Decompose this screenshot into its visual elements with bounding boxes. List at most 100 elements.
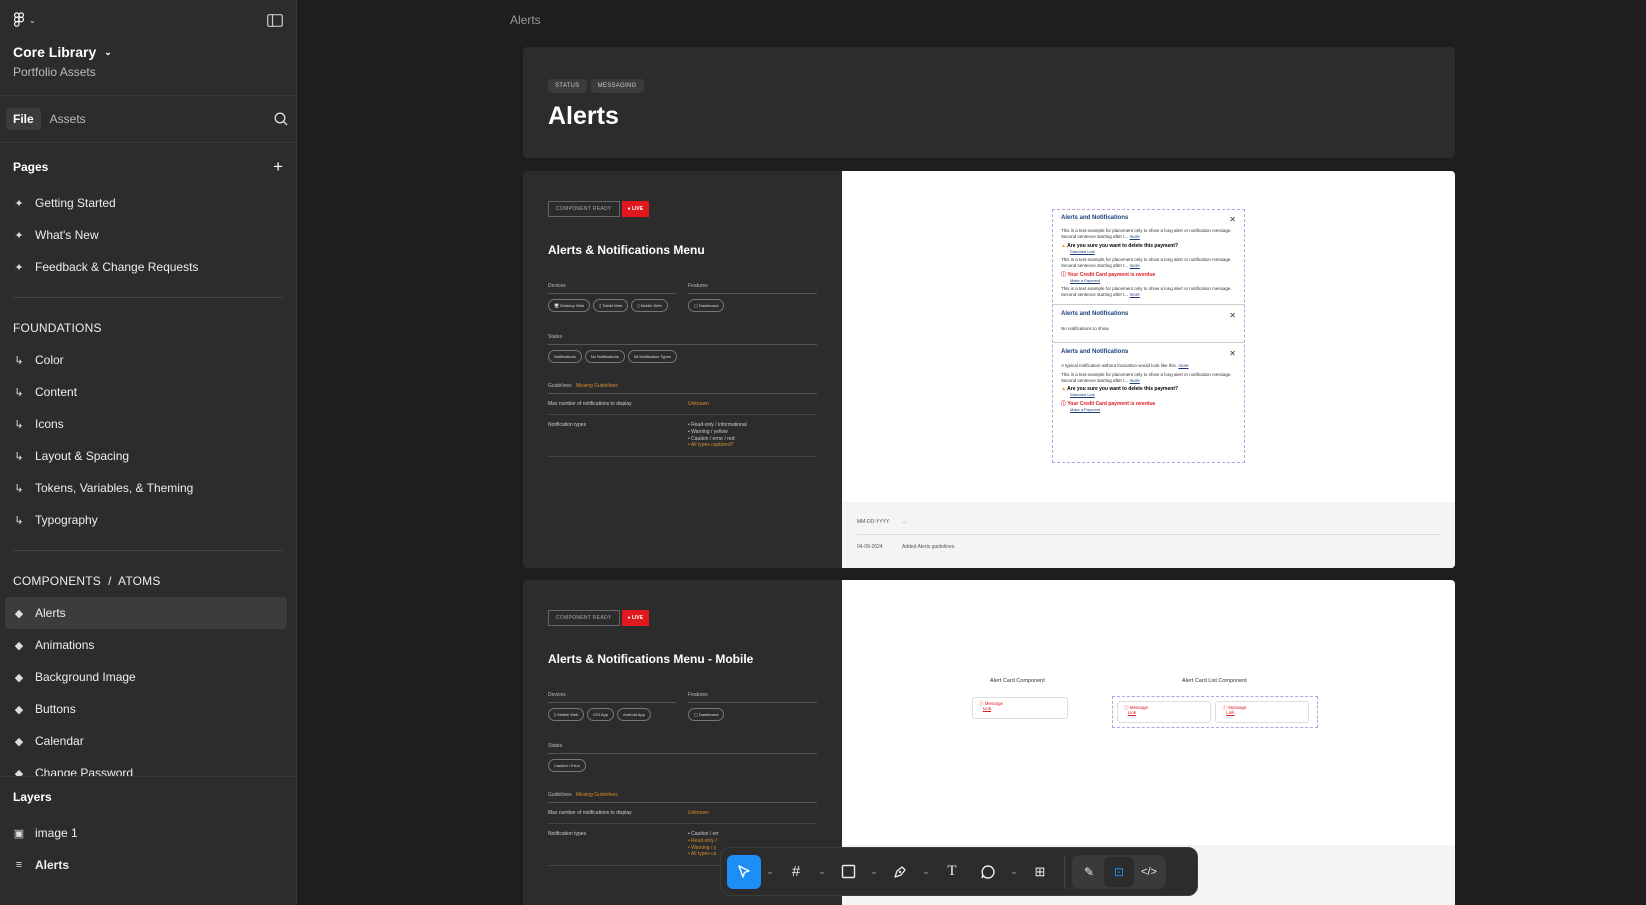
component-diamond-icon: ◆	[14, 735, 24, 748]
actions-button[interactable]: ⊞	[1023, 855, 1057, 889]
chevron-down-icon[interactable]: ⌄	[763, 866, 777, 877]
notification-text: This is a text example for placement onl…	[1061, 371, 1232, 383]
comment-bubble-icon	[981, 864, 995, 879]
error-notification: ⓘ Your Credit Card payment is overdue	[1061, 401, 1156, 408]
page-item[interactable]: ✦ Feedback & Change Requests	[0, 251, 296, 283]
component-diamond-icon: ◆	[14, 607, 24, 620]
state-pill: No Notifications	[584, 350, 625, 363]
state-pill: Caution / Error	[548, 759, 587, 772]
guidelines-label: Guidelines	[548, 792, 572, 798]
page-item[interactable]: ✦ What's New	[0, 219, 296, 251]
cursor-arrow-icon	[738, 864, 750, 878]
pen-tool-button[interactable]	[883, 855, 917, 889]
status-badge: COMPONENT READY	[548, 201, 620, 217]
live-badge: ● LIVE	[621, 201, 650, 217]
max-label: Max number of notifications to display	[548, 810, 632, 816]
chevron-down-icon: ⌄	[29, 15, 36, 25]
feature-pill: ▢ Dashboard	[688, 708, 725, 721]
draw-icon: ✎	[1083, 864, 1095, 879]
page-item[interactable]: ↳ Tokens, Variables, & Theming	[0, 472, 296, 504]
tab-file[interactable]: File	[6, 108, 41, 130]
foundations-heading[interactable]: FOUNDATIONS	[0, 312, 296, 344]
layers-heading: Layers	[13, 790, 52, 804]
device-pill: iOS App	[587, 708, 615, 721]
type-item: • Caution / error / red	[688, 435, 735, 442]
sub-arrow-icon: ↳	[14, 354, 24, 367]
error-icon: ⓘ	[979, 701, 984, 706]
status-badge: COMPONENT READY	[548, 610, 620, 626]
code-icon: </>	[1141, 865, 1157, 878]
toggle-sidebar-icon[interactable]	[267, 13, 283, 27]
error-icon: ⓘ	[1061, 272, 1067, 279]
text-tool-button[interactable]: T	[935, 855, 969, 889]
chevron-down-icon[interactable]: ⌄	[815, 866, 829, 877]
device-pill: Android App	[617, 708, 651, 721]
page-item[interactable]: ↳ Content	[0, 376, 296, 408]
frame-tool-button[interactable]: #	[779, 855, 813, 889]
main-menu-button[interactable]: ⌄	[13, 12, 36, 28]
shape-tool-button[interactable]	[831, 855, 865, 889]
page-item[interactable]: ↳ Layout & Spacing	[0, 440, 296, 472]
page-item[interactable]: ◆ Animations	[0, 629, 296, 661]
image-icon: ▣	[13, 827, 25, 840]
close-icon: ✕	[1229, 311, 1236, 321]
notification-text: This is a text example for placement onl…	[1061, 228, 1232, 239]
design-mode-button[interactable]: ⊡	[1104, 856, 1134, 887]
divider	[13, 550, 283, 551]
page-item[interactable]: ↳ Color	[0, 344, 296, 376]
type-item: • Caution / err	[688, 831, 719, 837]
standard-link: Standard Link	[1070, 248, 1095, 254]
project-name[interactable]: Core Library ⌄	[13, 44, 283, 60]
layer-item[interactable]: ▣ image 1	[0, 817, 296, 849]
type-item: • Warning / y	[688, 844, 717, 851]
page-item[interactable]: ✦ Getting Started	[0, 187, 296, 219]
layer-item[interactable]: ≡ Alerts	[0, 849, 296, 881]
page-item[interactable]: ↳ Icons	[0, 408, 296, 440]
notification-text: This is a text example for placement onl…	[1061, 256, 1232, 268]
canvas[interactable]: Alerts STATUS MESSAGING Alerts COMPONENT …	[298, 0, 1646, 905]
comment-tool-button[interactable]	[971, 855, 1005, 889]
frame-label[interactable]: Alerts	[510, 13, 541, 27]
chevron-down-icon[interactable]: ⌄	[867, 866, 881, 877]
changelog-row: 04-09-2024 Added Alerts guidelines.	[857, 544, 956, 550]
type-item: • Read-only /	[688, 837, 717, 844]
page-item[interactable]: ◆ Buttons	[0, 693, 296, 725]
chevron-down-icon[interactable]: ⌄	[919, 866, 933, 877]
states-label: States	[548, 743, 817, 754]
page-item[interactable]: ◆ Calendar	[0, 725, 296, 757]
tag-chip: MESSAGING	[590, 79, 644, 93]
mode-switch: ✎ ⊡ </>	[1072, 854, 1166, 889]
page-item-alerts[interactable]: ◆ Alerts	[5, 597, 287, 629]
type-item: • Read-only / informational	[688, 422, 747, 428]
features-label: Features	[688, 692, 817, 703]
alert-card-list: ⓘ Message Link ⓘ Message Link	[1112, 696, 1318, 728]
bottom-toolbar: ⌄ # ⌄ ⌄ ⌄ T ⌄ ⊞ ✎ ⊡ </>	[720, 847, 1198, 896]
alert-card: ⓘ Message Link	[1117, 701, 1211, 723]
device-pill: ▯ Mobile Web	[631, 299, 668, 312]
chevron-down-icon[interactable]: ⌄	[1007, 866, 1021, 877]
error-icon: ⓘ	[1222, 705, 1227, 710]
device-pill: 🖥 Desktop Web	[548, 299, 591, 312]
sub-arrow-icon: ↳	[14, 386, 24, 399]
notification-text: This is a text example for placement onl…	[1061, 286, 1232, 298]
add-page-icon[interactable]: +	[273, 157, 283, 177]
search-icon[interactable]	[274, 112, 288, 126]
features-label: Features	[688, 283, 817, 294]
frame-icon: #	[791, 863, 801, 880]
tab-assets[interactable]: Assets	[43, 108, 93, 130]
changelog-row: MM-DD-YYYY...	[857, 502, 1440, 535]
page-item[interactable]: ↳ Typography	[0, 504, 296, 536]
page-item[interactable]: ◆ Background Image	[0, 661, 296, 693]
draw-mode-button[interactable]: ✎	[1074, 857, 1104, 887]
warning-icon: ▲	[1061, 242, 1066, 249]
alert-card-list-label: Alert Card List Component	[1182, 678, 1247, 684]
component-card: COMPONENT READY ● LIVE Alerts & Notificat…	[523, 171, 1455, 568]
components-heading[interactable]: COMPONENTS / ATOMS	[0, 565, 296, 597]
max-value: Unknown	[688, 401, 709, 407]
changelog: MM-DD-YYYY... 04-09-2024 Added Alerts gui…	[842, 502, 1455, 568]
close-icon: ✕	[1229, 348, 1236, 358]
dev-mode-button[interactable]: </>	[1134, 857, 1164, 887]
move-tool-button[interactable]	[727, 854, 761, 889]
card-title: Alerts & Notifications Menu	[548, 243, 705, 257]
type-item: • All types captured?	[688, 442, 734, 449]
